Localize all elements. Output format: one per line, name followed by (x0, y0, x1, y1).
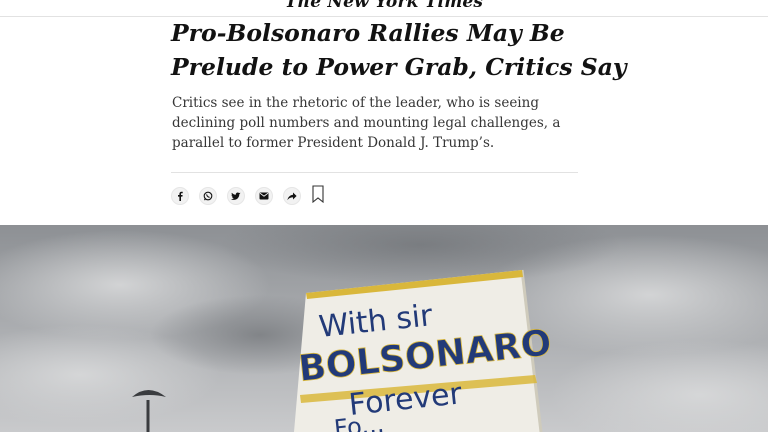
twitter-share-button[interactable] (227, 187, 245, 205)
facebook-share-button[interactable] (171, 187, 189, 205)
email-icon (259, 192, 269, 200)
email-share-button[interactable] (255, 187, 273, 205)
article-summary: Critics see in the rhetoric of the leade… (172, 95, 561, 151)
divider (171, 172, 578, 173)
masthead-bar: The New York Times (0, 0, 768, 17)
article-lead-photo: With sir BOLSONARO Forever Fo... (0, 225, 768, 432)
whatsapp-icon (203, 191, 213, 201)
facebook-icon (176, 191, 184, 201)
save-bookmark-button[interactable] (311, 185, 325, 207)
more-share-button[interactable] (283, 187, 301, 205)
share-icon (287, 192, 297, 201)
share-toolbar (171, 185, 325, 207)
twitter-icon (231, 192, 241, 201)
nyt-logo[interactable]: The New York Times (0, 0, 768, 12)
article-headline: Pro-Bolsonaro Rallies May Be Prelude to … (171, 19, 627, 81)
bookmark-icon (312, 185, 324, 207)
whatsapp-share-button[interactable] (199, 187, 217, 205)
